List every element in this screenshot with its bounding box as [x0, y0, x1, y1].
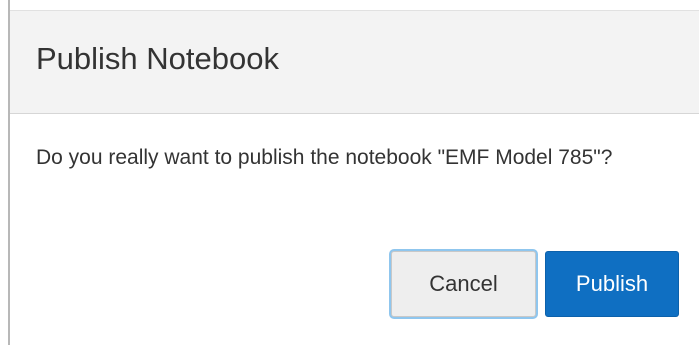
cancel-button[interactable]: Cancel [391, 251, 536, 317]
dialog-header: Publish Notebook [10, 10, 699, 114]
publish-dialog: Publish Notebook Do you really want to p… [10, 0, 699, 345]
page: Publish Notebook Do you really want to p… [0, 0, 699, 345]
publish-button[interactable]: Publish [545, 251, 679, 317]
dialog-message: Do you really want to publish the notebo… [36, 146, 613, 169]
dialog-title: Publish Notebook [36, 41, 279, 76]
